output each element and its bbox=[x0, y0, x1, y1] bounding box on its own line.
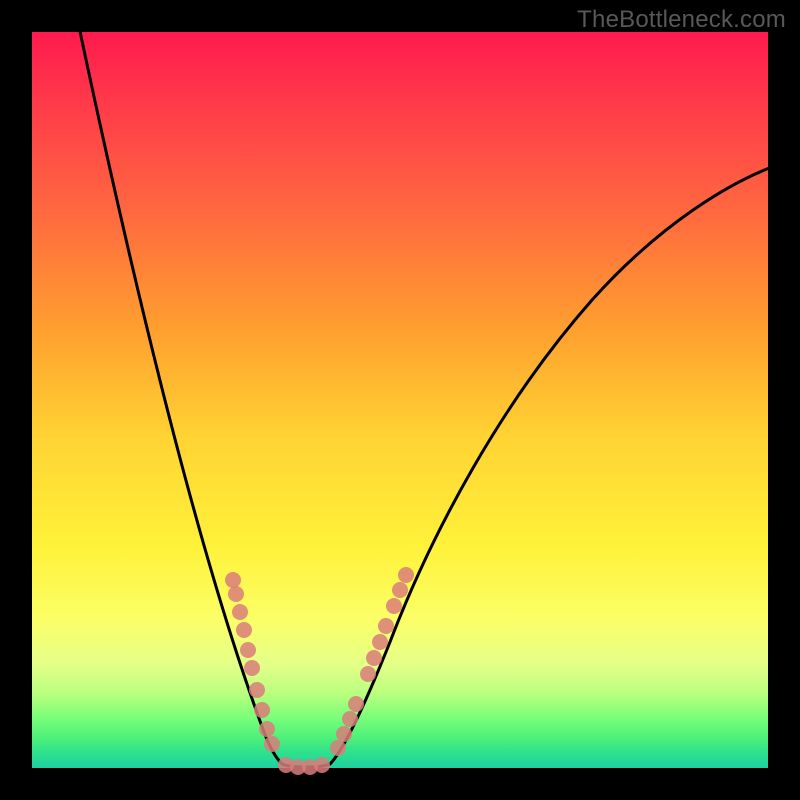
curve-paths bbox=[78, 22, 772, 767]
marker-dot bbox=[228, 586, 244, 602]
marker-dot bbox=[348, 696, 364, 712]
marker-dot bbox=[249, 682, 265, 698]
plot-area bbox=[32, 32, 768, 768]
chart-frame: TheBottleneck.com bbox=[0, 0, 800, 800]
marker-dot bbox=[330, 740, 346, 756]
marker-dot bbox=[336, 726, 352, 742]
watermark-text: TheBottleneck.com bbox=[577, 6, 786, 34]
curve-right-arm bbox=[330, 167, 772, 764]
marker-dots bbox=[225, 567, 414, 775]
marker-dot bbox=[236, 622, 252, 638]
marker-dot bbox=[264, 736, 280, 752]
marker-dot bbox=[386, 598, 402, 614]
curve-svg bbox=[32, 32, 768, 768]
marker-dot bbox=[259, 721, 275, 737]
marker-dot bbox=[314, 757, 330, 773]
marker-dot bbox=[398, 567, 414, 583]
marker-dot bbox=[225, 572, 241, 588]
marker-dot bbox=[366, 650, 382, 666]
marker-dot bbox=[244, 660, 260, 676]
marker-dot bbox=[378, 618, 394, 634]
marker-dot bbox=[342, 711, 358, 727]
marker-dot bbox=[240, 642, 256, 658]
marker-dot bbox=[372, 634, 388, 650]
marker-dot bbox=[232, 604, 248, 620]
marker-dot bbox=[392, 582, 408, 598]
marker-dot bbox=[254, 702, 270, 718]
marker-dot bbox=[360, 666, 376, 682]
